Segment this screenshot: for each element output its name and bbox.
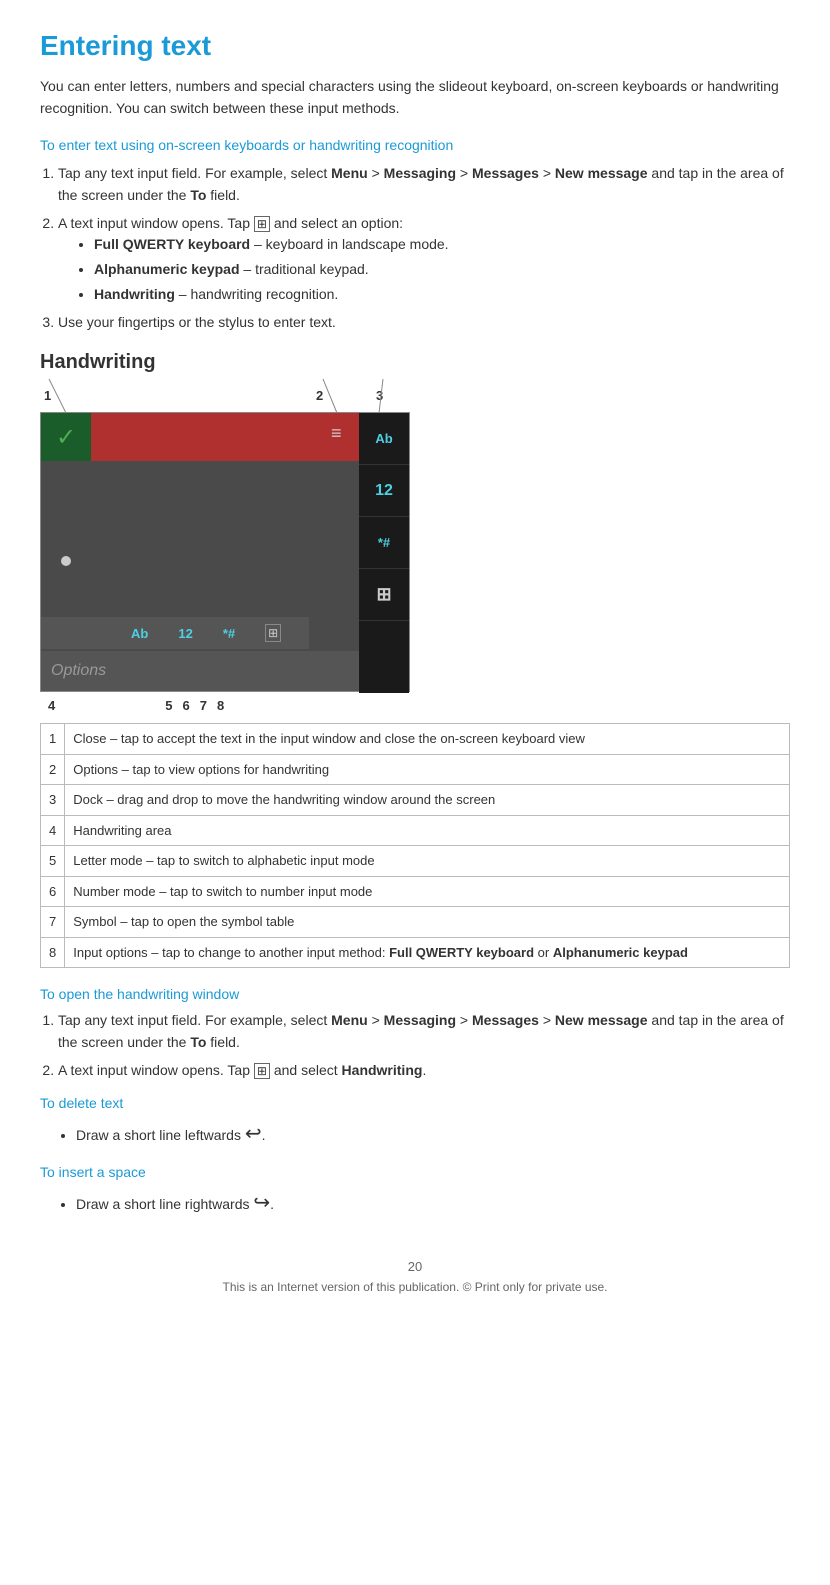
footer: 20 This is an Internet version of this p… xyxy=(40,1259,790,1294)
table-row: 1 Close – tap to accept the text in the … xyxy=(41,724,790,755)
row-num-6: 6 xyxy=(41,876,65,907)
option-qwerty: Full QWERTY keyboard – keyboard in lands… xyxy=(94,234,790,256)
delete-bullets: Draw a short line leftwards ↩. xyxy=(76,1119,790,1150)
hw-close-btn: ✓ xyxy=(41,413,91,461)
table-row: 5 Letter mode – tap to switch to alphabe… xyxy=(41,846,790,877)
hw-dot xyxy=(61,556,71,566)
label-3-top: 3 xyxy=(376,388,383,403)
footer-note: This is an Internet version of this publ… xyxy=(40,1280,790,1294)
table-row: 7 Symbol – tap to open the symbol table xyxy=(41,907,790,938)
hw-side-panel: Ab 12 *# ⊞ xyxy=(359,413,409,693)
space-item: Draw a short line rightwards ↪. xyxy=(76,1188,790,1219)
delete-text-title: To delete text xyxy=(40,1095,790,1111)
side-hash-btn: *# xyxy=(359,517,409,569)
reference-table: 1 Close – tap to accept the text in the … xyxy=(40,723,790,968)
number-mode-btn: 12 xyxy=(178,626,192,641)
table-row: 6 Number mode – tap to switch to number … xyxy=(41,876,790,907)
label-5: 5 xyxy=(165,698,172,713)
space-bullets: Draw a short line rightwards ↪. xyxy=(76,1188,790,1219)
row-num-3: 3 xyxy=(41,785,65,816)
row-num-5: 5 xyxy=(41,846,65,877)
row-num-2: 2 xyxy=(41,754,65,785)
bottom-labels: 4 5 6 7 8 xyxy=(40,698,410,713)
hw-options-text: Options xyxy=(51,662,106,680)
section1-title: To enter text using on-screen keyboards … xyxy=(40,137,790,153)
label-7: 7 xyxy=(200,698,207,713)
open-hw-title: To open the handwriting window xyxy=(40,986,790,1002)
letter-mode-btn: Ab xyxy=(131,626,148,641)
row-desc-1: Close – tap to accept the text in the in… xyxy=(65,724,790,755)
row-desc-4: Handwriting area xyxy=(65,815,790,846)
label-4: 4 xyxy=(48,698,55,713)
table-row: 8 Input options – tap to change to anoth… xyxy=(41,937,790,968)
options-list: Full QWERTY keyboard – keyboard in lands… xyxy=(94,234,790,305)
insert-space-title: To insert a space xyxy=(40,1164,790,1180)
open-hw-section: To open the handwriting window Tap any t… xyxy=(40,986,790,1081)
label-8: 8 xyxy=(217,698,224,713)
row-desc-7: Symbol – tap to open the symbol table xyxy=(65,907,790,938)
hw-options-bar: Options Ab 12 *# ⊞ xyxy=(41,651,359,691)
hw-bottom-btns: Ab 12 *# ⊞ xyxy=(41,617,309,649)
row-num-7: 7 xyxy=(41,907,65,938)
row-desc-6: Number mode – tap to switch to number in… xyxy=(65,876,790,907)
page-title: Entering text xyxy=(40,30,790,62)
row-desc-5: Letter mode – tap to switch to alphabeti… xyxy=(65,846,790,877)
step-3: Use your fingertips or the stylus to ent… xyxy=(58,312,790,334)
delete-text-section: To delete text Draw a short line leftwar… xyxy=(40,1095,790,1150)
row-num-1: 1 xyxy=(41,724,65,755)
row-num-4: 4 xyxy=(41,815,65,846)
intro-paragraph: You can enter letters, numbers and speci… xyxy=(40,76,790,119)
label-1-top: 1 xyxy=(44,388,51,403)
symbol-btn: *# xyxy=(223,626,235,641)
right-arrow-icon: ↪ xyxy=(253,1192,270,1214)
handwriting-title: Handwriting xyxy=(40,351,790,374)
row-desc-2: Options – tap to view options for handwr… xyxy=(65,754,790,785)
open-hw-steps: Tap any text input field. For example, s… xyxy=(58,1010,790,1081)
row-num-8: 8 xyxy=(41,937,65,968)
label-2-top: 2 xyxy=(316,388,323,403)
table-row: 3 Dock – drag and drop to move the handw… xyxy=(41,785,790,816)
row-desc-3: Dock – drag and drop to move the handwri… xyxy=(65,785,790,816)
side-ab-btn: Ab xyxy=(359,413,409,465)
open-step-2: A text input window opens. Tap ⊞ and sel… xyxy=(58,1060,790,1082)
open-step-1: Tap any text input field. For example, s… xyxy=(58,1010,790,1053)
left-arrow-icon: ↩ xyxy=(245,1123,262,1145)
handwriting-diagram: 1 2 3 ✓ ≡ ✛ Options Ab 12 *# xyxy=(40,388,450,713)
input-options-btn: ⊞ xyxy=(265,624,281,642)
side-12-btn: 12 xyxy=(359,465,409,517)
table-row: 4 Handwriting area xyxy=(41,815,790,846)
side-grid-btn: ⊞ xyxy=(359,569,409,621)
page-number: 20 xyxy=(40,1259,790,1274)
option-handwriting: Handwriting – handwriting recognition. xyxy=(94,284,790,306)
table-row: 2 Options – tap to view options for hand… xyxy=(41,754,790,785)
step-1: Tap any text input field. For example, s… xyxy=(58,163,790,206)
option-alphanum: Alphanumeric keypad – traditional keypad… xyxy=(94,259,790,281)
hw-window: ✓ ≡ ✛ Options Ab 12 *# ⊞ xyxy=(40,412,410,692)
hw-topbar: ✓ ≡ ✛ xyxy=(41,413,409,461)
delete-item: Draw a short line leftwards ↩. xyxy=(76,1119,790,1150)
options-icon: ≡ xyxy=(331,423,342,444)
step-2: A text input window opens. Tap ⊞ and sel… xyxy=(58,213,790,306)
row-desc-8: Input options – tap to change to another… xyxy=(65,937,790,968)
label-6: 6 xyxy=(182,698,189,713)
insert-space-section: To insert a space Draw a short line righ… xyxy=(40,1164,790,1219)
steps-list: Tap any text input field. For example, s… xyxy=(58,163,790,333)
